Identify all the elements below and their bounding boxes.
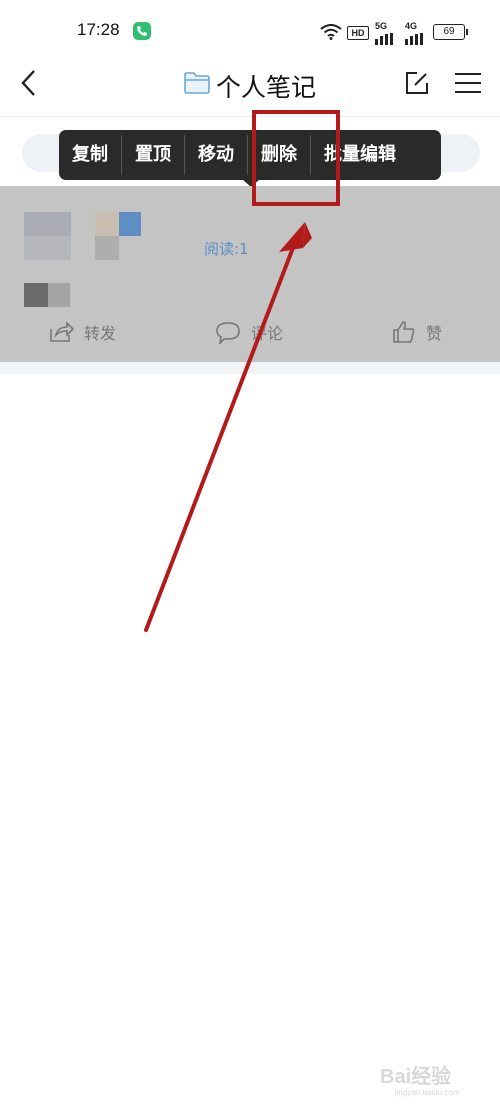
watermark-logo: Bai经验 [380,1066,452,1088]
annotation-arrow [144,222,312,632]
watermark-url: jingyan.baidu.com [395,1088,460,1097]
